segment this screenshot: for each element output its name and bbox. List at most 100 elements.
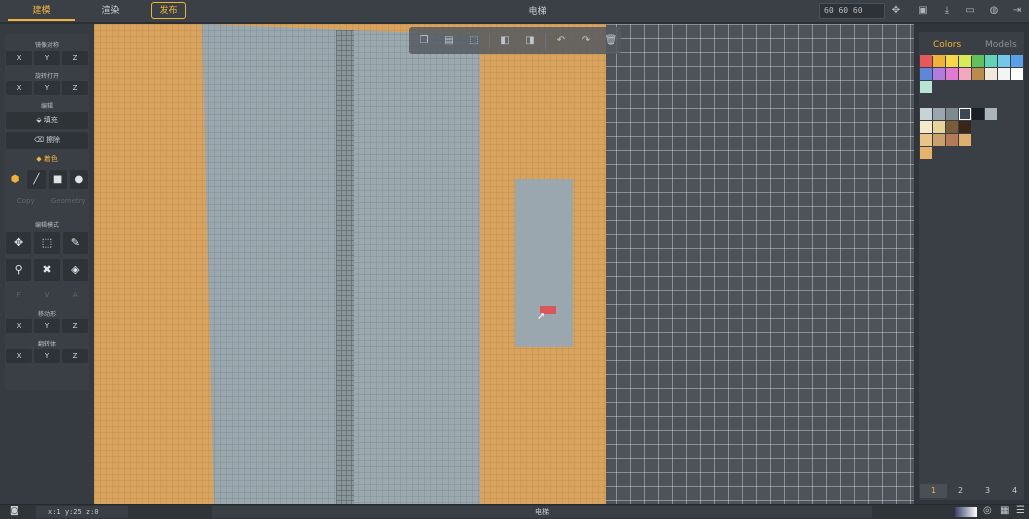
color-swatch[interactable]	[972, 55, 984, 67]
rotate-x-button[interactable]: X	[6, 81, 32, 95]
select-icon[interactable]: ⬚	[34, 232, 60, 254]
color-swatch[interactable]	[920, 81, 932, 93]
line-tool-icon[interactable]: ╱	[27, 170, 46, 189]
exit-icon[interactable]: ⇥	[1009, 3, 1025, 19]
fva-row: F V A	[6, 288, 88, 302]
move-z-button[interactable]: Z	[62, 319, 88, 333]
color-swatch[interactable]	[933, 55, 945, 67]
status-bar: ◙ x:1 y:25 z:0 电梯 ◎ ▦ ☰	[0, 504, 1029, 519]
undo-icon[interactable]: ↶	[551, 31, 571, 51]
target-icon[interactable]: ◎	[983, 505, 992, 516]
color-swatch[interactable]	[933, 121, 945, 133]
copy-button[interactable]: Copy	[6, 194, 46, 208]
color-swatch[interactable]	[920, 134, 932, 146]
copy-icon[interactable]: ❐	[414, 31, 434, 51]
paint-button[interactable]: ◆ 着色	[6, 151, 88, 168]
brush-icon[interactable]: ✎	[62, 232, 88, 254]
color-swatch[interactable]	[998, 55, 1010, 67]
tab-models[interactable]: Models	[985, 40, 1017, 50]
copy-geometry-row: Copy Geometry	[6, 194, 88, 208]
select-frame-icon[interactable]: ⬚	[464, 31, 484, 51]
page-2-button[interactable]: 2	[947, 484, 974, 498]
color-swatch[interactable]	[933, 134, 945, 146]
layers-icon[interactable]: ☰	[1016, 505, 1025, 516]
mirror-y-button[interactable]: Y	[34, 51, 60, 65]
color-swatch[interactable]	[920, 68, 932, 80]
square-tool-icon[interactable]: ■	[48, 170, 67, 189]
3d-viewport[interactable]: ➚ ❐ ▤ ⬚ ◧ ◨ ↶ ↷ 🗑	[94, 24, 914, 504]
color-swatch[interactable]	[959, 108, 971, 120]
crosshair-icon[interactable]: ✥	[888, 3, 904, 19]
color-swatch[interactable]	[946, 55, 958, 67]
dimensions-input[interactable]: 60 60 60	[819, 3, 885, 19]
delete-voxel-icon[interactable]: ✖	[34, 259, 60, 281]
color-swatch[interactable]	[946, 108, 958, 120]
move-y-button[interactable]: Y	[34, 319, 60, 333]
erase-button[interactable]: ⌫ 擦除	[6, 132, 88, 149]
color-swatch[interactable]	[1011, 68, 1023, 80]
flip-y-button[interactable]: Y	[34, 349, 60, 363]
color-swatch[interactable]	[972, 68, 984, 80]
color-swatch[interactable]	[946, 68, 958, 80]
color-swatch[interactable]	[985, 108, 997, 120]
trash-icon[interactable]: 🗑	[601, 31, 621, 51]
color-swatch[interactable]	[946, 121, 958, 133]
page-1-button[interactable]: 1	[920, 484, 947, 498]
paste-icon[interactable]: ▤	[439, 31, 459, 51]
merge-icon[interactable]: ◧	[495, 31, 515, 51]
palette-panel-body	[919, 32, 1024, 500]
fill-button[interactable]: ⬙ 填充	[6, 112, 88, 129]
color-swatch[interactable]	[959, 134, 971, 146]
color-swatch[interactable]	[972, 108, 984, 120]
tab-colors[interactable]: Colors	[933, 40, 961, 50]
geometry-button[interactable]: Geometry	[49, 194, 89, 208]
color-swatch[interactable]	[998, 68, 1010, 80]
toolbar-separator	[489, 32, 490, 49]
folder-icon[interactable]: ▭	[962, 3, 978, 19]
save-icon[interactable]: ▣	[915, 3, 931, 19]
color-swatch[interactable]	[933, 68, 945, 80]
globe-icon[interactable]: ◍	[986, 3, 1002, 19]
publish-button[interactable]: 发布	[151, 2, 186, 19]
mirror-x-button[interactable]: X	[6, 51, 32, 65]
page-4-button[interactable]: 4	[1001, 484, 1028, 498]
color-swatch[interactable]	[985, 55, 997, 67]
cube-tool-icon[interactable]: ⬢	[6, 170, 25, 189]
color-swatch[interactable]	[946, 134, 958, 146]
f-button[interactable]: F	[6, 288, 31, 302]
rotate-z-button[interactable]: Z	[62, 81, 88, 95]
gradient-swatch[interactable]	[955, 507, 977, 517]
paint-icon: ◆	[36, 155, 44, 163]
eyedropper-icon[interactable]: ⚲	[6, 259, 32, 281]
color-swatch[interactable]	[920, 55, 932, 67]
page-3-button[interactable]: 3	[974, 484, 1001, 498]
color-swatch[interactable]	[920, 108, 932, 120]
color-swatch[interactable]	[933, 108, 945, 120]
color-swatch[interactable]	[959, 55, 971, 67]
move-icon[interactable]: ✥	[6, 232, 32, 254]
rotate-y-button[interactable]: Y	[34, 81, 60, 95]
flip-x-button[interactable]: X	[6, 349, 32, 363]
color-swatch[interactable]	[920, 121, 932, 133]
color-swatch[interactable]	[959, 121, 971, 133]
flip-z-button[interactable]: Z	[62, 349, 88, 363]
color-swatch[interactable]	[985, 68, 997, 80]
camera-icon[interactable]: ◙	[10, 506, 19, 516]
bucket-icon[interactable]: ◈	[62, 259, 88, 281]
tab-model[interactable]: 建模	[8, 2, 75, 21]
v-button[interactable]: V	[34, 288, 59, 302]
move-x-button[interactable]: X	[6, 319, 32, 333]
color-swatch[interactable]	[1011, 55, 1023, 67]
mirror-z-button[interactable]: Z	[62, 51, 88, 65]
tab-render[interactable]: 渲染	[78, 2, 143, 21]
color-palette-top	[920, 55, 1028, 94]
split-icon[interactable]: ◨	[520, 31, 540, 51]
circle-tool-icon[interactable]: ●	[69, 170, 88, 189]
color-swatch[interactable]	[920, 147, 932, 159]
color-swatch[interactable]	[959, 68, 971, 80]
a-button[interactable]: A	[63, 288, 88, 302]
download-icon[interactable]: ⤓	[939, 3, 955, 19]
redo-icon[interactable]: ↷	[576, 31, 596, 51]
grid-icon[interactable]: ▦	[1000, 505, 1009, 516]
edit-tool-row-2: ⚲ ✖ ◈	[6, 259, 88, 281]
